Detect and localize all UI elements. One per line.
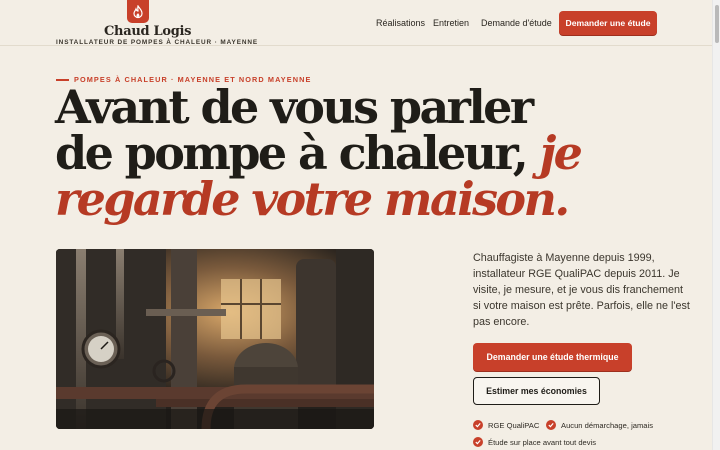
page-scrollbar[interactable] — [712, 0, 720, 450]
heat-flame-icon[interactable] — [127, 0, 149, 23]
check-icon — [473, 420, 483, 430]
scrollbar-thumb[interactable] — [715, 5, 719, 43]
check-icon — [546, 420, 556, 430]
nav-link-entretien[interactable]: Entretien — [433, 18, 469, 28]
hero-headline: Avant de vous parler de pompe à chaleur,… — [55, 84, 675, 222]
header-cta-button[interactable]: Demander une étude — [559, 11, 657, 35]
badge-label: Étude sur place avant tout devis — [488, 437, 597, 447]
nav-link-realisations[interactable]: Réalisations — [376, 18, 425, 28]
site-header: Chaud Logis INSTALLATEUR DE POMPES À CHA… — [0, 0, 712, 46]
badge-no-canvassing: Aucun démarchage, jamais — [546, 420, 653, 430]
estimate-savings-button[interactable]: Estimer mes économies — [473, 377, 600, 405]
brand-tagline: INSTALLATEUR DE POMPES À CHALEUR · MAYEN… — [56, 39, 259, 46]
badge-rge-qualipac: RGE QualiPAC — [473, 420, 539, 430]
hero-intro-text: Chauffagiste à Mayenne depuis 1999, inst… — [473, 252, 690, 328]
boiler-room-photo — [56, 249, 374, 429]
badge-label: RGE QualiPAC — [488, 420, 540, 430]
request-thermal-study-button[interactable]: Demander une étude thermique — [473, 343, 632, 371]
badge-onsite-study: Étude sur place avant tout devis — [473, 437, 596, 447]
check-icon — [473, 437, 483, 447]
headline-accent-line-3: regarde votre maison. — [55, 172, 570, 226]
nav-link-demande-etude[interactable]: Demande d'étude — [481, 18, 552, 28]
badge-label: Aucun démarchage, jamais — [561, 420, 654, 430]
brand-name[interactable]: Chaud Logis — [104, 24, 191, 39]
